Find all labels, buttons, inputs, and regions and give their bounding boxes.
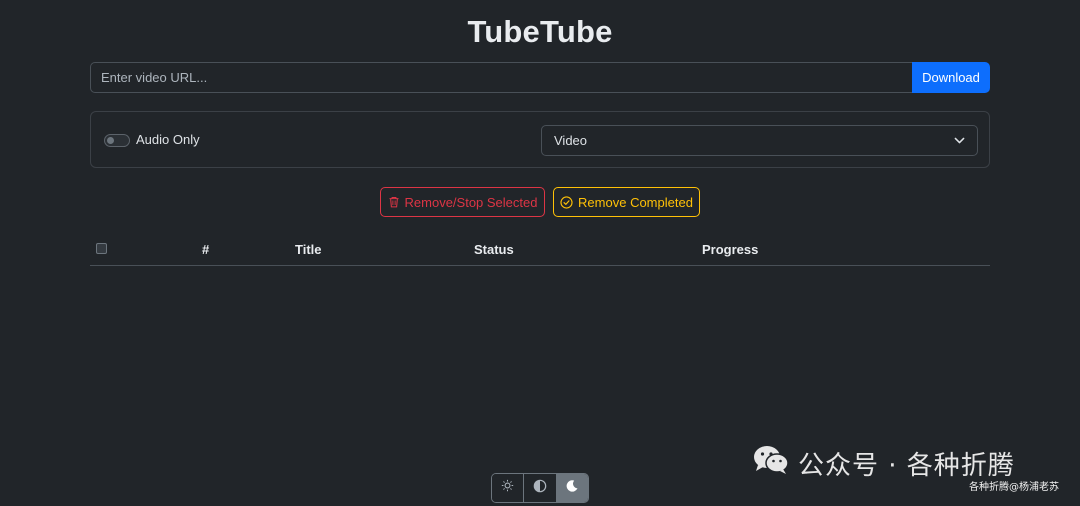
app-root: TubeTube Download Audio Only Video Remov… [0,0,1080,506]
remove-completed-label: Remove Completed [578,194,693,210]
select-all-checkbox[interactable] [96,243,107,254]
trash-icon [388,196,400,208]
theme-auto-button[interactable] [524,474,557,502]
url-input-group: Download [90,62,990,93]
moon-icon [565,479,579,498]
chevron-down-icon [954,135,965,146]
toggle-knob [107,137,114,144]
column-header-progress: Progress [702,242,759,257]
sun-icon [501,479,514,497]
remove-stop-selected-button[interactable]: Remove/Stop Selected [380,187,545,217]
wechat-icon [752,444,790,483]
half-circle-icon [533,479,547,498]
downloads-table-header: # Title Status Progress [90,234,990,266]
format-select[interactable]: Video [541,125,978,156]
remove-stop-label: Remove/Stop Selected [404,194,538,210]
theme-light-button[interactable] [492,474,525,502]
theme-dark-button[interactable] [556,474,588,502]
column-header-title: Title [295,242,322,257]
format-select-value: Video [554,133,588,148]
options-card: Audio Only Video [90,111,990,168]
column-header-number: # [202,242,210,257]
column-header-status: Status [474,242,514,257]
watermark-subtext: 各种折腾@杨浦老苏 [969,482,1059,493]
remove-completed-button[interactable]: Remove Completed [553,187,700,217]
theme-switcher [491,473,589,503]
check-circle-icon [560,195,573,209]
download-button[interactable]: Download [912,62,990,93]
watermark-text: 公众号 · 各种折腾 [798,451,1015,481]
video-url-input[interactable] [90,62,912,93]
page-title: TubeTube [467,14,613,49]
audio-only-toggle[interactable] [104,134,130,147]
audio-only-label[interactable]: Audio Only [136,132,200,147]
